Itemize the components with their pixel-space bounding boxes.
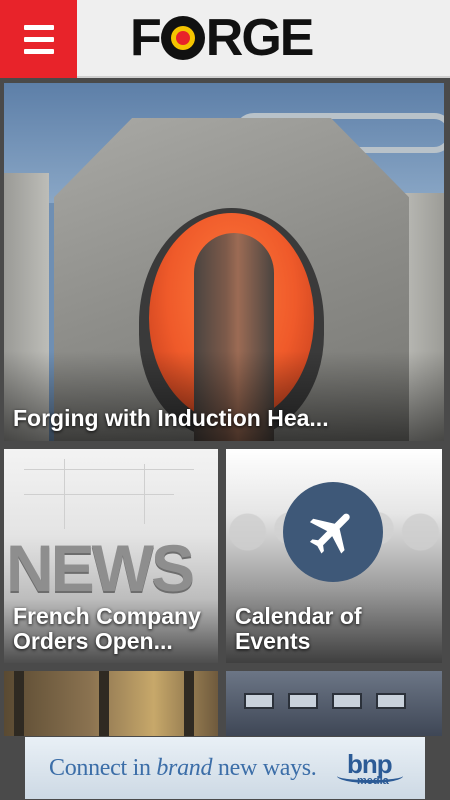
photo-die-slot (376, 693, 406, 709)
article-title: French Company Orders Open... (13, 603, 201, 654)
photo-beam (184, 671, 194, 741)
ad-text-suffix: new ways. (212, 755, 317, 781)
ad-text-prefix: Connect in (49, 755, 157, 781)
airplane-icon (283, 482, 383, 582)
news-graphic-text: NEWS (6, 531, 195, 605)
airplane-glyph (309, 513, 350, 554)
app-screen: F RGE Forging with Induction Hea... NEWS … (0, 0, 450, 800)
ad-content[interactable]: Connect in brand new ways. bnp media (25, 737, 425, 799)
photo-die-slot (288, 693, 318, 709)
tile-title: Calendar of Events (235, 603, 362, 654)
forge-logo[interactable]: F RGE (130, 9, 315, 67)
hamburger-menu-icon[interactable] (0, 0, 77, 78)
menu-bar (23, 36, 54, 42)
article-tile-forge-shop[interactable] (4, 671, 218, 741)
menu-bar (23, 48, 54, 54)
photo-die-slot (332, 693, 362, 709)
blueprint-line (24, 469, 194, 470)
article-title: Forging with Induction Hea... (13, 405, 329, 431)
logo-letter-f: F (130, 9, 162, 67)
blueprint-line (24, 494, 174, 495)
menu-bar (23, 24, 54, 30)
app-header: F RGE (0, 0, 450, 78)
article-tile-die-machinery[interactable] (226, 671, 442, 741)
ad-slogan: Connect in brand new ways. (49, 755, 317, 782)
ad-banner[interactable]: Connect in brand new ways. bnp media (0, 736, 450, 800)
bnp-media-logo: bnp media (337, 749, 403, 789)
article-tile-induction-heating[interactable]: Forging with Induction Hea... (4, 83, 444, 441)
article-tile-french-company[interactable]: NEWS French Company Orders Open... (4, 449, 218, 663)
photo-die-slot (244, 693, 274, 709)
calendar-of-events-tile[interactable]: Calendar of Events (226, 449, 442, 663)
logo-target-mark (160, 16, 205, 60)
logo-letters-rge: RGE (205, 9, 315, 67)
ad-text-emphasis: brand (156, 755, 213, 781)
blueprint-line (144, 464, 145, 524)
blueprint-line (64, 459, 65, 529)
photo-beam (99, 671, 109, 741)
media-logo-text: media (357, 775, 389, 787)
photo-beam (14, 671, 24, 741)
